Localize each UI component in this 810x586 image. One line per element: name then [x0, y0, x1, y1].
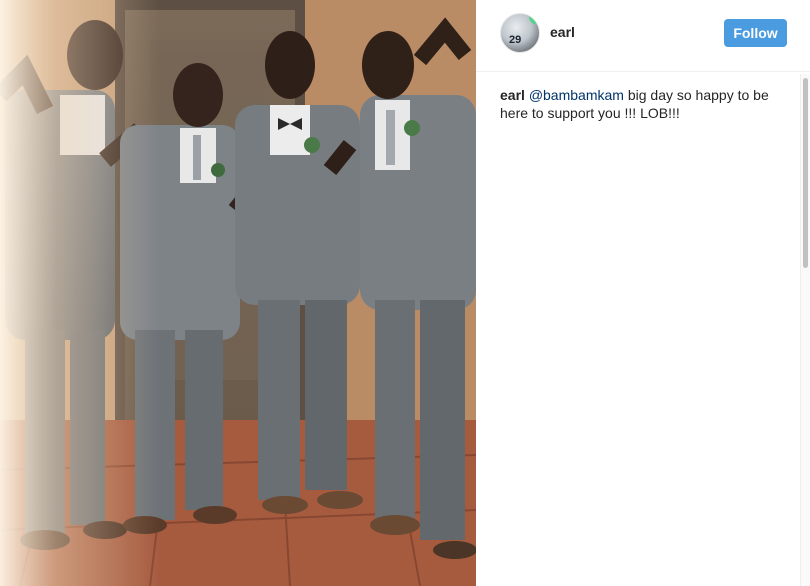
caption-mention-link[interactable]: @bambamkam	[529, 87, 624, 103]
avatar-jersey-number: 29	[509, 34, 522, 46]
post-header: 29 earl Follow	[476, 0, 810, 72]
comments-scrollbar[interactable]	[800, 74, 810, 586]
follow-button[interactable]: Follow	[724, 19, 787, 47]
caption-username[interactable]: earl	[500, 87, 525, 103]
profile-avatar-icon[interactable]: 29	[500, 13, 540, 53]
post-photo[interactable]	[0, 0, 476, 586]
scrollbar-thumb[interactable]	[803, 78, 808, 268]
instagram-post: 29 earl Follow earl @bambamkam big day s…	[0, 0, 810, 586]
photo-illustration	[0, 0, 476, 586]
post-caption: earl @bambamkam big day so happy to be h…	[500, 86, 775, 122]
avatar-ring	[529, 14, 539, 24]
author-username[interactable]: earl	[550, 24, 575, 40]
post-sidebar: 29 earl Follow earl @bambamkam big day s…	[476, 0, 810, 586]
